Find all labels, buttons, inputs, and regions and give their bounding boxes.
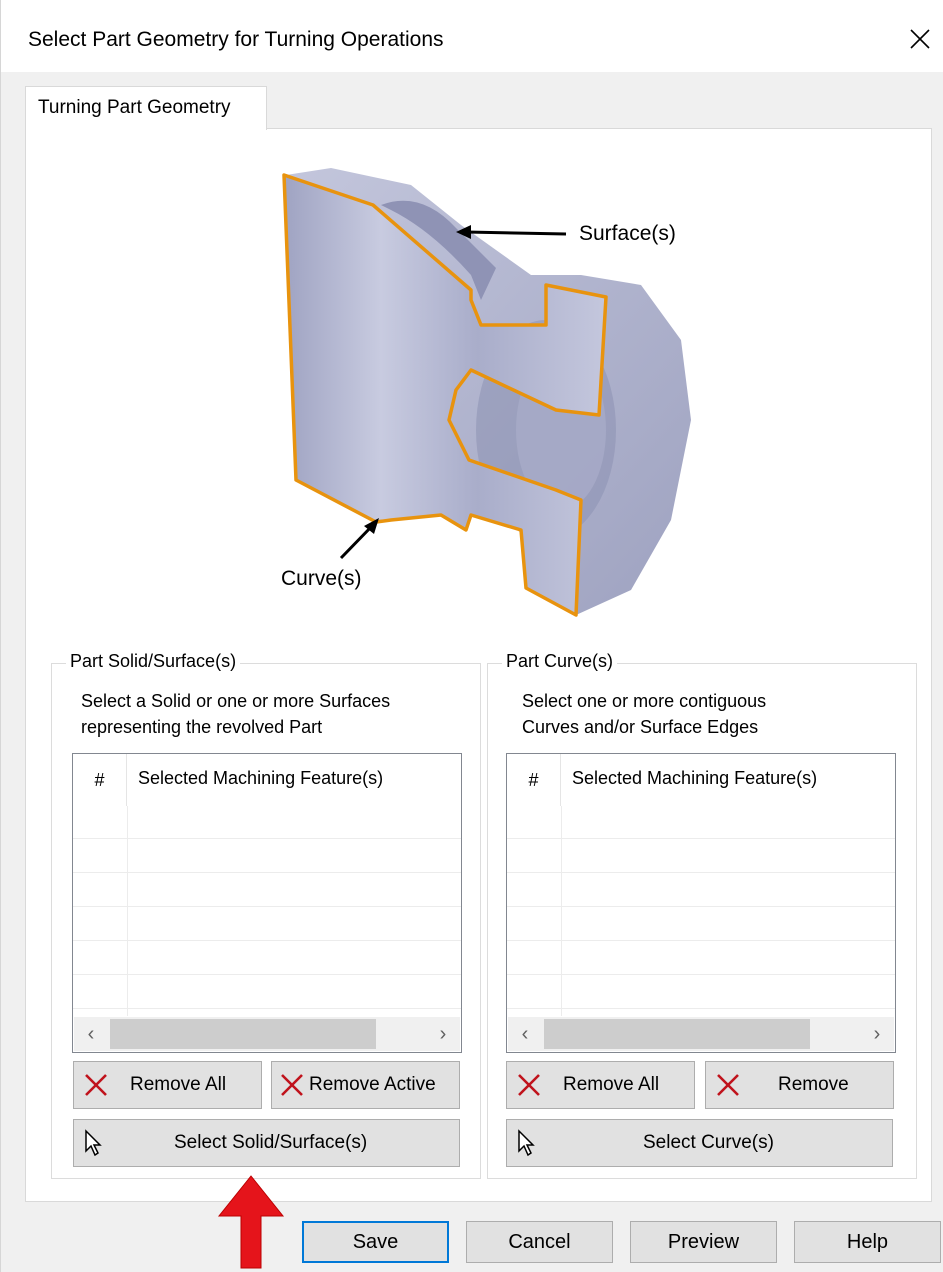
curve-feature-list[interactable]: # Selected Machining Feature(s) ‹ › — [506, 753, 896, 1053]
curve-description-line2: Curves and/or Surface Edges — [522, 717, 759, 737]
remove-all-label: Remove All — [563, 1074, 660, 1095]
solid-description-line1: Select a Solid or one or more Surfaces — [81, 691, 391, 711]
pointer-cursor-icon — [84, 1120, 102, 1166]
red-x-icon — [715, 1062, 741, 1108]
list-row-line — [73, 974, 461, 975]
list-row-line — [507, 872, 895, 873]
list-row-line — [507, 838, 895, 839]
scroll-right-icon[interactable]: › — [860, 1017, 894, 1051]
part-illustration: Surface(s) Curve(s) — [281, 168, 691, 617]
horizontal-scrollbar[interactable]: ‹ › — [74, 1017, 460, 1051]
list-row-line — [507, 906, 895, 907]
remove-active-label: Remove Active — [309, 1074, 436, 1095]
cancel-button[interactable]: Cancel — [466, 1221, 613, 1263]
red-x-icon — [83, 1062, 109, 1108]
title-bar: Select Part Geometry for Turning Operati… — [1, 0, 943, 72]
remove-label: Remove — [778, 1074, 849, 1095]
horizontal-scrollbar[interactable]: ‹ › — [508, 1017, 894, 1051]
preview-button[interactable]: Preview — [630, 1221, 777, 1263]
dialog-window: Select Part Geometry for Turning Operati… — [0, 0, 943, 1272]
close-icon — [910, 29, 930, 49]
select-curve-button[interactable]: Select Curve(s) — [506, 1119, 893, 1167]
red-arrow-icon — [217, 1175, 285, 1269]
scroll-left-icon[interactable]: ‹ — [74, 1017, 108, 1051]
solid-description-line2: representing the revolved Part — [81, 717, 323, 737]
red-x-icon — [516, 1062, 542, 1108]
col-header-num[interactable]: # — [73, 754, 127, 806]
select-solid-label: Select Solid/Surface(s) — [174, 1132, 368, 1153]
col-header-num[interactable]: # — [507, 754, 561, 806]
list-row-line — [507, 940, 895, 941]
surface-label: Surface(s) — [579, 222, 676, 245]
red-x-icon — [279, 1062, 305, 1108]
remove-all-label: Remove All — [130, 1074, 227, 1095]
pointer-cursor-icon — [517, 1120, 535, 1166]
group-legend: Part Curve(s) — [502, 651, 618, 672]
scroll-thumb[interactable] — [544, 1019, 810, 1049]
scroll-right-icon[interactable]: › — [426, 1017, 460, 1051]
remove-curve-button[interactable]: Remove — [705, 1061, 894, 1109]
window-title: Select Part Geometry for Turning Operati… — [28, 28, 444, 51]
list-row-line — [73, 838, 461, 839]
save-button[interactable]: Save — [302, 1221, 449, 1263]
list-row-line — [73, 872, 461, 873]
list-row-line — [507, 974, 895, 975]
list-row-line — [73, 906, 461, 907]
list-row-line — [73, 1008, 461, 1009]
scroll-thumb[interactable] — [110, 1019, 376, 1049]
group-legend: Part Solid/Surface(s) — [66, 651, 241, 672]
tab-turning-part-geometry[interactable]: Turning Part Geometry — [25, 86, 267, 130]
solid-feature-list[interactable]: # Selected Machining Feature(s) ‹ › — [72, 753, 462, 1053]
remove-active-button[interactable]: Remove Active — [271, 1061, 460, 1109]
select-curve-label: Select Curve(s) — [643, 1132, 774, 1153]
list-row-line — [507, 1008, 895, 1009]
scroll-left-icon[interactable]: ‹ — [508, 1017, 542, 1051]
select-solid-surface-button[interactable]: Select Solid/Surface(s) — [73, 1119, 460, 1167]
remove-all-solid-button[interactable]: Remove All — [73, 1061, 262, 1109]
help-button[interactable]: Help — [794, 1221, 941, 1263]
remove-all-curve-button[interactable]: Remove All — [506, 1061, 695, 1109]
close-button[interactable] — [897, 16, 943, 62]
col-header-feature[interactable]: Selected Machining Feature(s) — [562, 754, 895, 806]
col-header-feature[interactable]: Selected Machining Feature(s) — [128, 754, 461, 806]
list-row-line — [73, 940, 461, 941]
curve-description-line1: Select one or more contiguous — [522, 691, 767, 711]
curve-label: Curve(s) — [281, 567, 362, 590]
